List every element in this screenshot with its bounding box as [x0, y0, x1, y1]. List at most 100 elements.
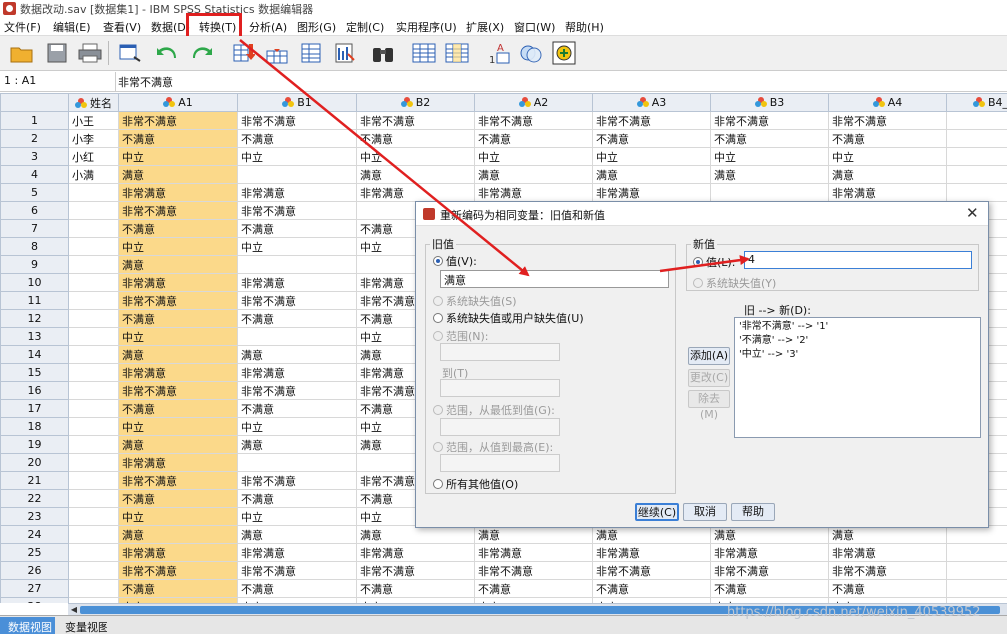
data-cell[interactable]: [68, 417, 119, 436]
data-cell[interactable]: [68, 273, 119, 292]
data-cell[interactable]: [946, 525, 1007, 544]
data-cell[interactable]: 中立: [118, 417, 238, 436]
mapping-item[interactable]: '非常不满意' --> '1': [739, 320, 976, 334]
data-cell[interactable]: 满意: [474, 525, 593, 544]
dialog-close-icon[interactable]: ✕: [966, 204, 979, 222]
mapping-item[interactable]: '中立' --> '3': [739, 348, 976, 362]
menu-analyze[interactable]: 分析(A): [249, 19, 287, 35]
data-cell[interactable]: [946, 129, 1007, 148]
data-cell[interactable]: [68, 471, 119, 490]
data-cell[interactable]: 中立: [237, 147, 357, 166]
tab-variable-view[interactable]: 变量视图: [57, 617, 107, 634]
data-cell[interactable]: 满意: [356, 165, 475, 184]
data-cell[interactable]: [946, 111, 1007, 130]
data-cell[interactable]: 非常不满意: [237, 471, 357, 490]
data-cell[interactable]: 满意: [592, 525, 711, 544]
data-cell[interactable]: 非常满意: [237, 543, 357, 562]
menu-help[interactable]: 帮助(H): [565, 19, 604, 35]
data-cell[interactable]: 非常满意: [474, 183, 593, 202]
row-header[interactable]: 27: [0, 579, 69, 598]
value-labels-icon[interactable]: [517, 39, 545, 67]
data-cell[interactable]: 非常不满意: [828, 561, 947, 580]
data-cell[interactable]: 非常不满意: [118, 471, 238, 490]
column-header[interactable]: B2: [356, 93, 475, 112]
data-cell[interactable]: 非常满意: [592, 543, 711, 562]
data-cell[interactable]: 非常不满意: [474, 561, 593, 580]
data-cell[interactable]: 不满意: [118, 129, 238, 148]
data-cell[interactable]: 中立: [118, 237, 238, 256]
data-cell[interactable]: 不满意: [356, 129, 475, 148]
row-header[interactable]: 1: [0, 111, 69, 130]
tab-data-view[interactable]: 数据视图: [0, 617, 55, 634]
data-cell[interactable]: [946, 165, 1007, 184]
data-cell[interactable]: 中立: [356, 147, 475, 166]
data-cell[interactable]: 不满意: [592, 579, 711, 598]
column-header[interactable]: A3: [592, 93, 711, 112]
row-header[interactable]: 20: [0, 453, 69, 472]
goto-variable-icon[interactable]: [263, 39, 291, 67]
data-cell[interactable]: 中立: [118, 147, 238, 166]
row-header[interactable]: 8: [0, 237, 69, 256]
row-header[interactable]: 6: [0, 201, 69, 220]
data-cell[interactable]: [710, 183, 829, 202]
data-cell[interactable]: 满意: [237, 435, 357, 454]
print-icon[interactable]: [76, 39, 104, 67]
data-cell[interactable]: 不满意: [118, 399, 238, 418]
data-cell[interactable]: 不满意: [237, 399, 357, 418]
data-cell[interactable]: 非常不满意: [118, 111, 238, 130]
data-cell[interactable]: 非常不满意: [592, 561, 711, 580]
find-icon[interactable]: [369, 39, 397, 67]
split-file-icon[interactable]: A1: [485, 39, 513, 67]
old-new-mapping-list[interactable]: '非常不满意' --> '1' '不满意' --> '2' '中立' --> '…: [734, 317, 981, 438]
row-header[interactable]: 26: [0, 561, 69, 580]
data-cell[interactable]: 中立: [237, 237, 357, 256]
change-button[interactable]: 更改(C): [688, 369, 730, 387]
data-cell[interactable]: 中立: [118, 327, 238, 346]
data-cell[interactable]: 非常满意: [356, 183, 475, 202]
data-cell[interactable]: 满意: [118, 165, 238, 184]
data-cell[interactable]: [946, 147, 1007, 166]
insert-variable-icon[interactable]: [443, 39, 471, 67]
data-cell[interactable]: 非常不满意: [828, 111, 947, 130]
data-cell[interactable]: [68, 399, 119, 418]
range-from-input[interactable]: [440, 343, 560, 361]
data-cell[interactable]: [68, 543, 119, 562]
data-cell[interactable]: 不满意: [474, 129, 593, 148]
row-header[interactable]: 17: [0, 399, 69, 418]
old-range-highest-radio[interactable]: 范围，从值到最高(E):: [433, 439, 553, 455]
row-header[interactable]: 13: [0, 327, 69, 346]
range-lowest-input[interactable]: [440, 418, 560, 436]
data-cell[interactable]: 满意: [356, 525, 475, 544]
data-cell[interactable]: 非常满意: [592, 183, 711, 202]
data-cell[interactable]: [68, 561, 119, 580]
data-cell[interactable]: 非常不满意: [237, 201, 357, 220]
data-cell[interactable]: 非常满意: [237, 183, 357, 202]
data-cell[interactable]: 满意: [118, 255, 238, 274]
data-cell[interactable]: 中立: [474, 147, 593, 166]
continue-button[interactable]: 继续(C): [635, 503, 679, 521]
data-cell[interactable]: 非常不满意: [592, 111, 711, 130]
data-cell[interactable]: 中立: [237, 417, 357, 436]
data-cell[interactable]: 小王: [68, 111, 119, 130]
data-cell[interactable]: 小红: [68, 147, 119, 166]
data-cell[interactable]: 不满意: [118, 309, 238, 328]
data-cell[interactable]: [68, 507, 119, 526]
data-cell[interactable]: [68, 579, 119, 598]
data-cell[interactable]: 非常满意: [356, 543, 475, 562]
data-cell[interactable]: 非常满意: [118, 273, 238, 292]
data-cell[interactable]: 非常满意: [828, 183, 947, 202]
data-cell[interactable]: 非常满意: [474, 543, 593, 562]
remove-button[interactable]: 除去(M): [688, 390, 730, 421]
row-header[interactable]: 25: [0, 543, 69, 562]
data-cell[interactable]: [68, 291, 119, 310]
row-header[interactable]: 4: [0, 165, 69, 184]
menu-window[interactable]: 窗口(W): [514, 19, 555, 35]
row-header[interactable]: 22: [0, 489, 69, 508]
data-cell[interactable]: [68, 201, 119, 220]
data-cell[interactable]: 非常满意: [118, 363, 238, 382]
data-cell[interactable]: [946, 579, 1007, 598]
row-header[interactable]: 2: [0, 129, 69, 148]
redo-icon[interactable]: [188, 39, 216, 67]
menu-view[interactable]: 查看(V): [103, 19, 141, 35]
data-cell[interactable]: [946, 561, 1007, 580]
